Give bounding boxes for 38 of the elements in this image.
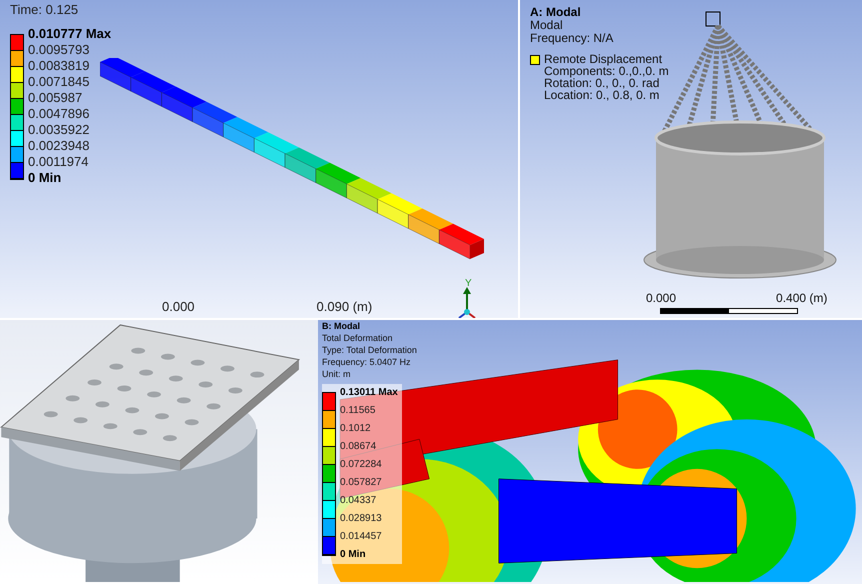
legend-label: 0.014457 [340,530,383,544]
legend-label: 0.0071845 [28,74,90,90]
scale-label: 0.000 [646,292,676,305]
legend-label: 0.010777 Max [28,26,112,42]
legend-label: 0.08674 [340,440,378,454]
info-line: Frequency: N/A [530,32,614,45]
legend-label: 0.005987 [28,90,84,106]
legend-label: 0.028913 [340,512,383,526]
legend-label: 0 Min [340,548,367,562]
time-label: Time: 0.125 [10,1,80,19]
legend-label: 0.057827 [340,476,383,490]
legend-label: 0.11565 [340,404,376,418]
boundary-detail: Location: 0., 0.8, 0. m [544,89,660,101]
scale-label: 0.090 (m) [316,300,372,314]
legend-label: 0.1012 [340,422,372,436]
info-line: Modal [530,19,564,32]
legend-label: 0.0095793 [28,42,90,58]
analysis-title: A: Modal [530,6,582,19]
legend-label: 0.072284 [340,458,383,472]
legend-label: 0.0083819 [28,58,90,74]
boundary-detail: Components: 0.,0.,0. m [544,65,669,77]
legend-label: 0.0047896 [28,106,90,122]
axis-label: Y [465,277,472,291]
info-line: Type: Total Deformation [322,344,418,356]
scale-label: 0.000 [162,300,195,314]
legend-label: 0.0023948 [28,138,90,154]
boundary-name: Remote Displacement [544,53,664,65]
legend-label: 0.0011974 [28,154,90,170]
legend-label: 0 Min [28,170,62,186]
legend-label: 0.13011 Max [340,386,398,400]
legend-label: 0.04337 [340,494,378,508]
info-line: Frequency: 5.0407 Hz [322,356,412,368]
analysis-title: B: Modal [322,320,361,332]
info-line: Unit: m [322,368,352,380]
boundary-detail: Rotation: 0., 0., 0. rad [544,77,660,89]
legend-label: 0.0035922 [28,122,90,138]
info-line: Total Deformation [322,332,394,344]
scale-label: 0.400 (m) [776,292,828,305]
